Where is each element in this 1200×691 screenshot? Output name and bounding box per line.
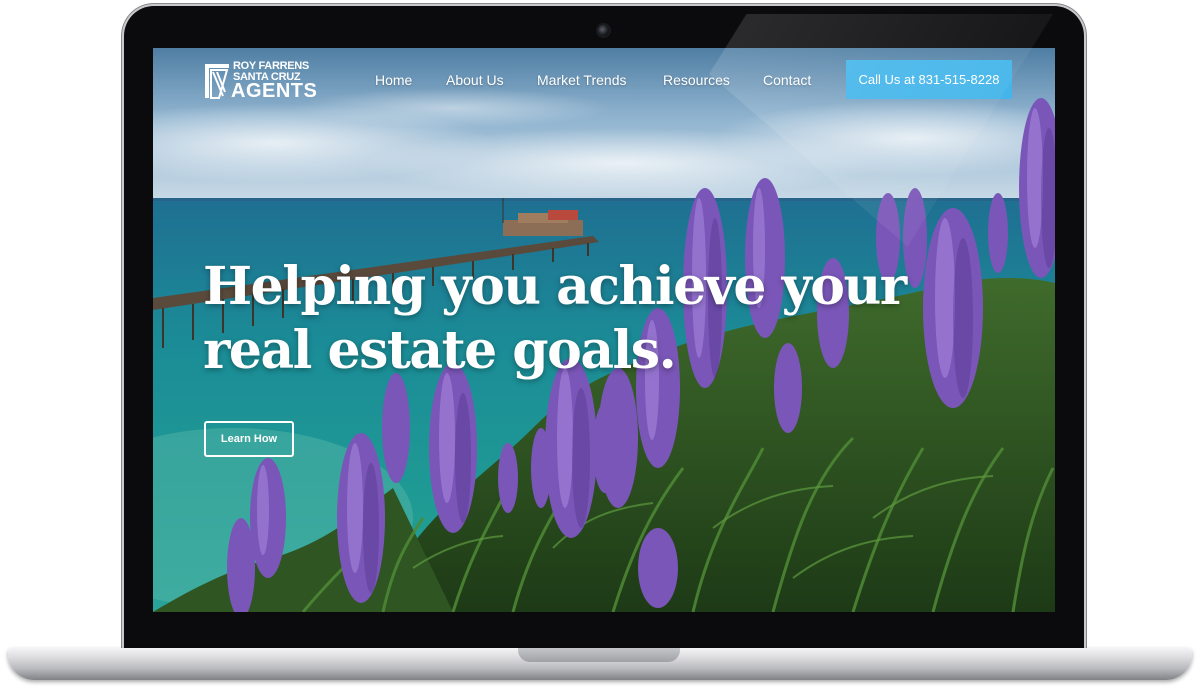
nav-item-resources[interactable]: Resources [663,72,730,88]
logo-text-line3: AGENTS [231,80,318,102]
nav-item-market-trends[interactable]: Market Trends [537,72,626,88]
webcam-icon [598,25,609,36]
browser-viewport: ROY FARRENS SANTA CRUZ AGENTS Home About… [153,48,1055,612]
laptop-opening-notch [518,648,680,662]
nav-item-about-us[interactable]: About Us [446,72,504,88]
nav-item-home[interactable]: Home [375,72,412,88]
learn-how-button[interactable]: Learn How [204,421,294,457]
nav-item-contact[interactable]: Contact [763,72,811,88]
call-us-button[interactable]: Call Us at 831-515-8228 [846,60,1012,99]
hero-heading-line2: real estate goals. [203,320,677,381]
site-logo[interactable]: ROY FARRENS SANTA CRUZ AGENTS [203,60,317,102]
logo-emblem-icon [205,64,229,99]
hero-heading-line1: Helping you achieve your [203,256,907,317]
hero-heading: Helping you achieve your real estate goa… [203,255,963,383]
